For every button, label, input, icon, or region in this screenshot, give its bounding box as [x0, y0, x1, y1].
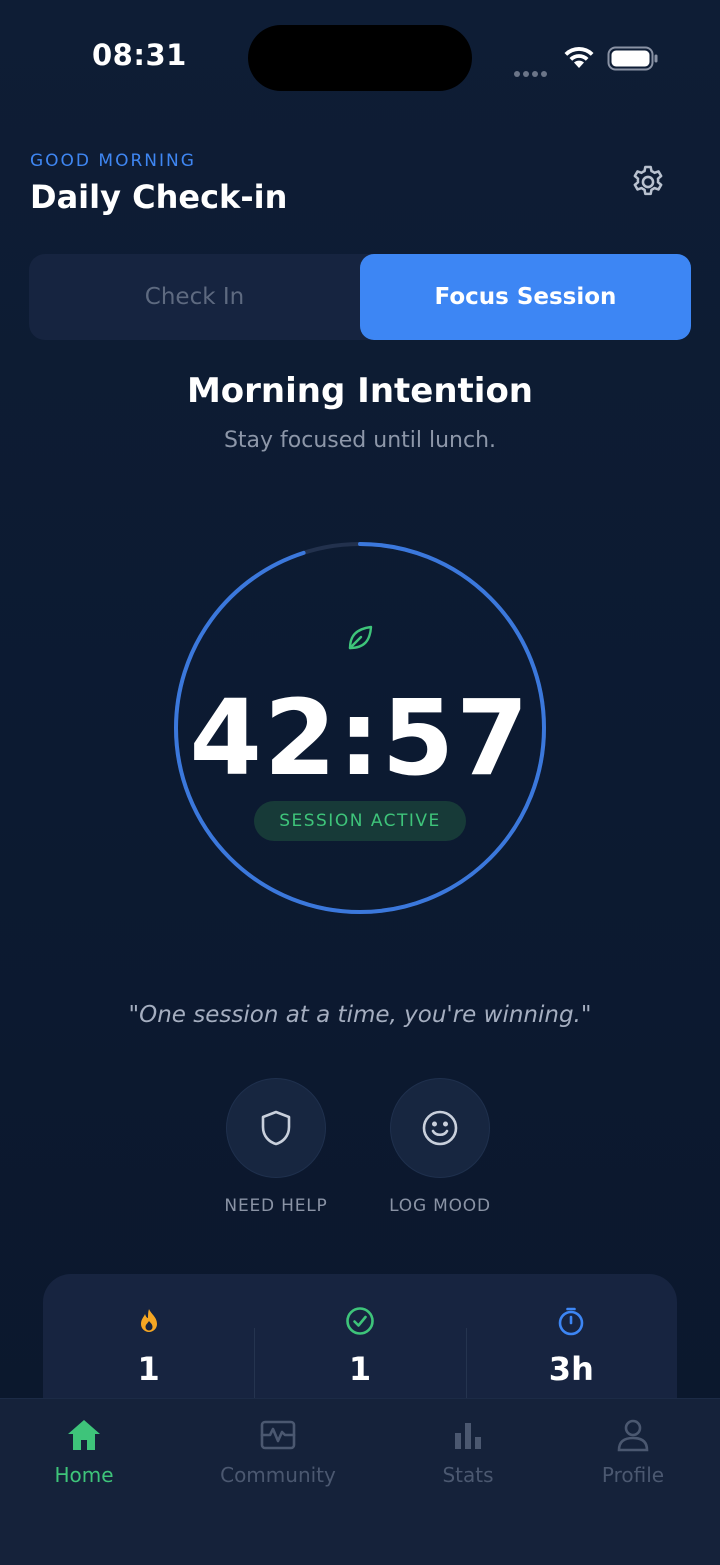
bottom-tab-bar: Home Community Stats Profile — [0, 1398, 720, 1565]
cellular-signal-icon — [514, 62, 554, 77]
status-time: 08:31 — [92, 38, 187, 72]
tab-home-label: Home — [54, 1463, 114, 1487]
flame-icon — [140, 1309, 157, 1332]
log-mood-label: LOG MOOD — [389, 1196, 491, 1216]
dynamic-island — [248, 25, 472, 91]
profile-icon — [617, 1419, 649, 1452]
tab-stats[interactable]: Stats — [428, 1417, 508, 1487]
log-mood-action[interactable]: LOG MOOD — [389, 1078, 490, 1216]
home-icon — [68, 1420, 100, 1450]
stat-streak-value: 1 — [137, 1350, 160, 1388]
tab-home[interactable]: Home — [34, 1417, 134, 1487]
leaf-icon — [348, 625, 373, 650]
need-help-label: NEED HELP — [224, 1196, 328, 1216]
check-circle-icon — [346, 1307, 374, 1335]
greeting-label: GOOD MORNING — [30, 151, 196, 171]
tab-community[interactable]: Community — [213, 1417, 343, 1487]
need-help-action[interactable]: NEED HELP — [224, 1078, 327, 1216]
tab-profile-label: Profile — [601, 1463, 665, 1487]
tab-check-in[interactable]: Check In — [29, 254, 360, 340]
tab-community-label: Community — [220, 1463, 336, 1487]
tab-focus-session[interactable]: Focus Session — [360, 254, 691, 340]
log-mood-button[interactable] — [390, 1078, 490, 1178]
motivational-quote: "One session at a time, you're winning." — [128, 1002, 592, 1028]
mode-segmented-control: Check In Focus Session — [29, 254, 691, 340]
tab-stats-label: Stats — [442, 1463, 494, 1487]
status-bar: 08:31 — [0, 0, 720, 110]
session-status-badge: SESSION ACTIVE — [254, 801, 466, 841]
intention-subtitle: Stay focused until lunch. — [223, 428, 497, 453]
stat-focus-time-value: 3h — [548, 1350, 594, 1388]
timer-countdown: 42:57 — [189, 677, 531, 799]
settings-button[interactable] — [624, 158, 672, 206]
stopwatch-icon — [559, 1307, 584, 1336]
page-title: Daily Check-in — [30, 178, 288, 216]
battery-icon — [607, 46, 658, 71]
community-icon — [260, 1420, 296, 1450]
smile-icon — [422, 1110, 458, 1146]
intention-title: Morning Intention — [186, 371, 534, 411]
tab-profile[interactable]: Profile — [588, 1417, 678, 1487]
gear-icon — [633, 165, 663, 196]
need-help-button[interactable] — [226, 1078, 326, 1178]
stat-completed-value: 1 — [348, 1350, 372, 1388]
shield-icon — [261, 1110, 291, 1146]
app-screen: 08:31 GOOD MORNING Daily Check-in Check … — [0, 0, 720, 1565]
wifi-icon — [564, 46, 594, 68]
bar-chart-icon — [455, 1423, 481, 1449]
